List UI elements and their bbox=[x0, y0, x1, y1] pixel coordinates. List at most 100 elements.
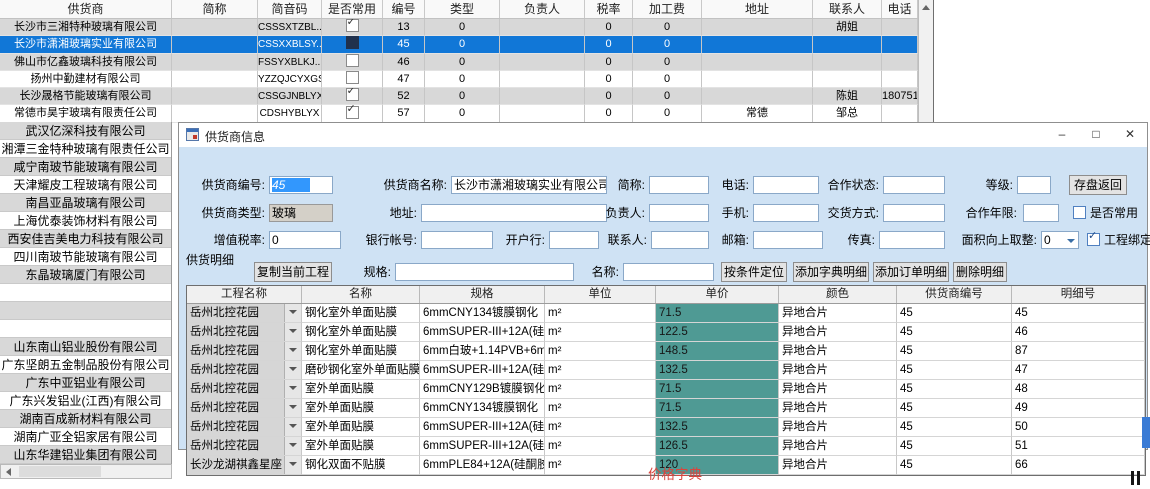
cell-project: 岳州北控花园 bbox=[187, 361, 302, 380]
dialog-titlebar[interactable]: 供货商信息 – □ ✕ bbox=[179, 123, 1147, 147]
supplier-type-input[interactable]: 玻璃 bbox=[269, 204, 333, 222]
table-row[interactable]: 长沙市三湘特种玻璃有限公司 CSSSXTZBL... 13 0 0 0 胡姐 bbox=[0, 19, 918, 36]
round-up-select[interactable]: 0 bbox=[1041, 231, 1079, 249]
horizontal-scrollbar[interactable] bbox=[0, 464, 172, 479]
list-item[interactable]: 广东中亚铝业有限公司 bbox=[0, 374, 171, 392]
common-checkbox[interactable] bbox=[346, 19, 359, 32]
list-item[interactable]: 湖南广亚全铝家居有限公司 bbox=[0, 428, 171, 446]
table-row[interactable]: 长沙市潇湘玻璃实业有限公司 CSSXXBLSY... 45 0 0 0 bbox=[0, 36, 918, 53]
cell-phone bbox=[882, 19, 918, 36]
project-dropdown-button[interactable] bbox=[284, 418, 301, 436]
save-return-button[interactable]: 存盘返回 bbox=[1069, 175, 1127, 195]
list-item[interactable]: 西安佳吉美电力科技有限公司 bbox=[0, 230, 171, 248]
delivery-input[interactable] bbox=[883, 204, 945, 222]
locate-by-condition-button[interactable]: 按条件定位 bbox=[721, 262, 787, 282]
spec-filter-input[interactable] bbox=[395, 263, 574, 281]
vertical-scrollbar[interactable] bbox=[918, 0, 933, 122]
project-dropdown-button[interactable] bbox=[284, 323, 301, 341]
cell-detail-id: 87 bbox=[1012, 342, 1145, 361]
list-item[interactable]: 湘潭三金特种玻璃有限责任公司 bbox=[0, 140, 171, 158]
list-item[interactable]: 山东南山铝业股份有限公司 bbox=[0, 338, 171, 356]
list-item[interactable]: 武汉亿深科技有限公司 bbox=[0, 122, 171, 140]
detail-row[interactable]: 岳州北控花园 室外单面贴膜 6mmSUPER-III+12A(硅... m² 1… bbox=[187, 437, 1145, 456]
scrollbar-thumb[interactable] bbox=[19, 466, 101, 477]
chevron-down-icon bbox=[1067, 239, 1075, 243]
project-dropdown-button[interactable] bbox=[284, 342, 301, 360]
project-dropdown-button[interactable] bbox=[284, 304, 301, 322]
list-item[interactable]: 湖南百成新材料有限公司 bbox=[0, 410, 171, 428]
detail-row[interactable]: 岳州北控花园 室外单面贴膜 6mmCNY129B镀膜钢化 m² 71.5 异地合… bbox=[187, 380, 1145, 399]
list-item[interactable]: 山东华建铝业集团有限公司 bbox=[0, 446, 171, 464]
maximize-button[interactable]: □ bbox=[1079, 123, 1113, 146]
minimize-button[interactable]: – bbox=[1045, 123, 1079, 146]
list-item[interactable]: 咸宁南玻节能玻璃有限公司 bbox=[0, 158, 171, 176]
copy-current-project-button[interactable]: 复制当前工程 bbox=[254, 262, 332, 282]
mobile-input[interactable] bbox=[753, 204, 819, 222]
detail-row[interactable]: 岳州北控花园 钢化室外单面贴膜 6mmCNY134镀膜钢化 m² 71.5 异地… bbox=[187, 304, 1145, 323]
list-item[interactable]: 广东兴发铝业(江西)有限公司 bbox=[0, 392, 171, 410]
project-bind-checkbox[interactable]: 工程绑定 bbox=[1087, 231, 1150, 249]
detail-row[interactable]: 岳州北控花园 室外单面贴膜 6mmCNY134镀膜钢化 m² 71.5 异地合片… bbox=[187, 399, 1145, 418]
table-row[interactable]: 扬州中勤建材有限公司 YZZQJCYXGS 47 0 0 0 bbox=[0, 71, 918, 88]
common-use-checkbox[interactable]: 是否常用 bbox=[1073, 204, 1138, 222]
list-item[interactable]: 南昌亚晶玻璃有限公司 bbox=[0, 194, 171, 212]
phone-input[interactable] bbox=[753, 176, 819, 194]
delete-detail-button[interactable]: 删除明细 bbox=[953, 262, 1007, 282]
name-filter-input[interactable] bbox=[623, 263, 714, 281]
bank-account-input[interactable] bbox=[421, 231, 493, 249]
table-row[interactable]: 佛山市亿鑫玻璃科技有限公司 FSSYXBLKJ... 46 0 0 0 bbox=[0, 54, 918, 71]
table-row[interactable]: 常德市昊宇玻璃有限责任公司 CDSHYBLYX 57 0 0 0 常德 邹总 bbox=[0, 105, 918, 122]
project-dropdown-button[interactable] bbox=[284, 399, 301, 417]
contact-input[interactable] bbox=[651, 231, 709, 249]
short-name-input[interactable] bbox=[649, 176, 709, 194]
common-checkbox[interactable] bbox=[346, 36, 359, 49]
cell-supplier-id: 45 bbox=[897, 456, 1012, 475]
project-dropdown-button[interactable] bbox=[284, 437, 301, 455]
common-checkbox[interactable] bbox=[346, 71, 359, 84]
list-item[interactable] bbox=[0, 320, 171, 338]
cell-id: 46 bbox=[383, 54, 425, 71]
list-item[interactable] bbox=[0, 302, 171, 320]
contact-label: 联系人: bbox=[603, 231, 647, 249]
supplier-no-input[interactable]: 45 bbox=[269, 176, 333, 194]
common-checkbox[interactable] bbox=[346, 54, 359, 67]
cell-common bbox=[322, 71, 383, 88]
vat-input[interactable]: 0 bbox=[269, 231, 341, 249]
cell-name: 室外单面贴膜 bbox=[302, 399, 420, 418]
scroll-up-icon[interactable] bbox=[922, 5, 930, 10]
cell-code: YZZQJCYXGS bbox=[258, 71, 322, 88]
close-button[interactable]: ✕ bbox=[1113, 123, 1147, 146]
email-input[interactable] bbox=[753, 231, 823, 249]
grade-input[interactable] bbox=[1017, 176, 1051, 194]
common-checkbox[interactable] bbox=[346, 88, 359, 101]
manager-input[interactable] bbox=[649, 204, 709, 222]
project-dropdown-button[interactable] bbox=[284, 456, 301, 474]
coop-years-input[interactable] bbox=[1023, 204, 1059, 222]
add-dict-detail-button[interactable]: 添加字典明细 bbox=[793, 262, 869, 282]
cell-tax: 0 bbox=[585, 105, 633, 122]
common-checkbox[interactable] bbox=[346, 106, 359, 119]
scroll-left-icon[interactable] bbox=[6, 468, 11, 476]
list-item[interactable]: 天津耀皮工程玻璃有限公司 bbox=[0, 176, 171, 194]
address-input[interactable] bbox=[421, 204, 607, 222]
detail-row[interactable]: 岳州北控花园 钢化室外单面贴膜 6mm白玻+1.14PVB+6mm... m² … bbox=[187, 342, 1145, 361]
fax-input[interactable] bbox=[879, 231, 945, 249]
detail-row[interactable]: 岳州北控花园 室外单面贴膜 6mmSUPER-III+12A(硅... m² 1… bbox=[187, 418, 1145, 437]
list-item[interactable]: 东晶玻璃厦门有限公司 bbox=[0, 266, 171, 284]
coop-status-input[interactable] bbox=[883, 176, 945, 194]
add-order-detail-button[interactable]: 添加订单明细 bbox=[873, 262, 949, 282]
detail-row[interactable]: 岳州北控花园 钢化室外单面贴膜 6mmSUPER-III+12A(硅... m²… bbox=[187, 323, 1145, 342]
list-item[interactable]: 广东坚朗五金制品股份有限公司 bbox=[0, 356, 171, 374]
supplier-name-input[interactable]: 长沙市潇湘玻璃实业有限公司 bbox=[451, 176, 607, 194]
project-dropdown-button[interactable] bbox=[284, 361, 301, 379]
list-item[interactable]: 四川南玻节能玻璃有限公司 bbox=[0, 248, 171, 266]
table-row[interactable]: 长沙晟格节能玻璃有限公司 CSSGJNBLYXGS 52 0 0 0 陈姐 18… bbox=[0, 88, 918, 105]
bank-input[interactable] bbox=[549, 231, 599, 249]
list-item[interactable] bbox=[0, 284, 171, 302]
list-item[interactable]: 上海优泰装饰材料有限公司 bbox=[0, 212, 171, 230]
detail-row[interactable]: 岳州北控花园 磨砂钢化室外单面贴膜 6mmSUPER-III+12A(硅... … bbox=[187, 361, 1145, 380]
cell-project: 岳州北控花园 bbox=[187, 437, 302, 456]
cell-type: 0 bbox=[425, 36, 500, 53]
cell-price: 132.5 bbox=[656, 361, 779, 380]
project-dropdown-button[interactable] bbox=[284, 380, 301, 398]
